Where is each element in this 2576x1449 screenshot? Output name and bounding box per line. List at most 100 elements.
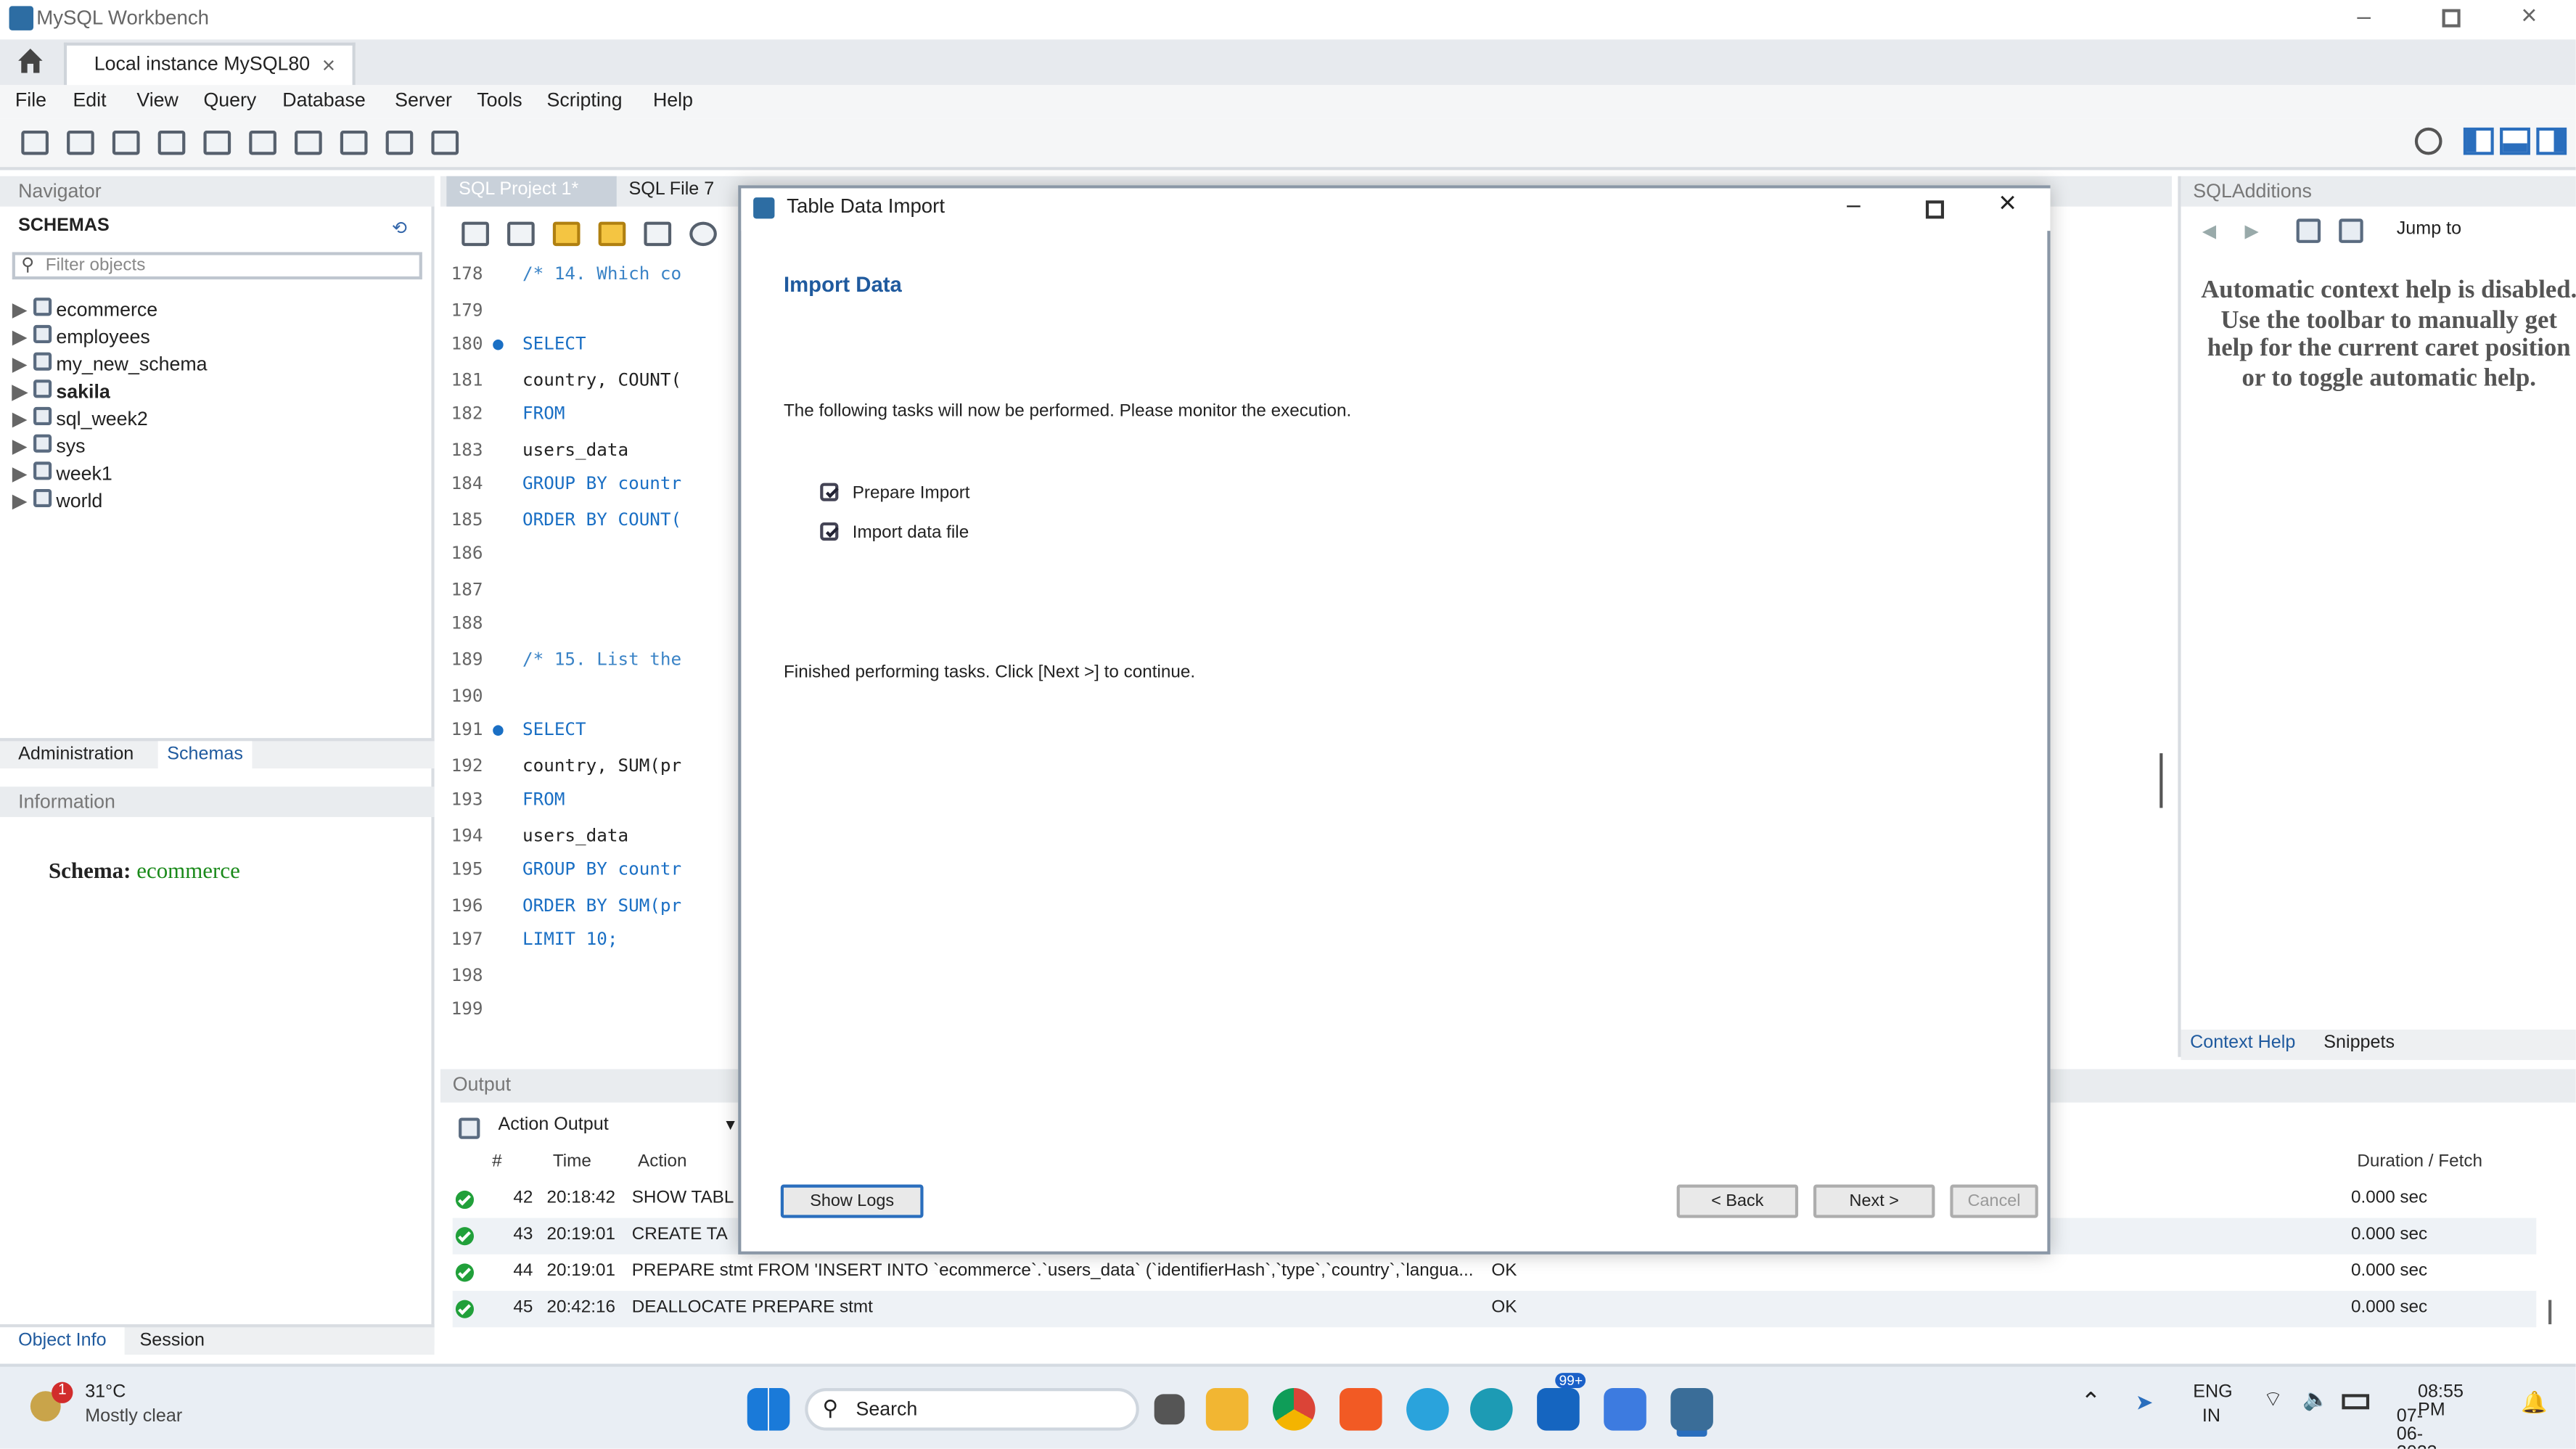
dialog-maximize-icon[interactable] [1925,200,1945,219]
code-line[interactable]: 181 country, COUNT( [440,366,745,401]
menu-tools[interactable]: Tools [477,89,522,110]
back-button[interactable]: < Back [1676,1184,1799,1218]
tab-session[interactable]: Session [140,1332,205,1350]
code-line[interactable]: 199 [440,998,745,1033]
inspector-icon[interactable] [107,125,149,161]
create-schema-icon[interactable] [152,125,194,161]
tab-object-info[interactable]: Object Info [0,1327,125,1358]
code-line[interactable]: 187 [440,577,745,612]
brave-icon[interactable] [1339,1388,1382,1431]
home-icon[interactable] [15,46,46,76]
menu-query[interactable]: Query [203,89,256,110]
output-scrollbar[interactable] [2548,1300,2552,1325]
refresh-schemas-icon[interactable]: ⟲ [392,218,407,240]
schema-item-employees[interactable]: ▶ employees [12,324,422,353]
tab-snippets[interactable]: Snippets [2323,1034,2395,1052]
stop-icon[interactable] [684,215,726,252]
code-lines[interactable]: 178 /* 14. Which co 179 180 ● SELECT 181 countr… [440,261,745,1033]
new-sql-tab-icon[interactable] [15,125,58,161]
forward-arrow-icon[interactable]: ▶ [2244,222,2258,243]
code-line[interactable]: 178 /* 14. Which co [440,261,745,296]
menu-help[interactable]: Help [653,89,693,110]
code-line[interactable]: 195 GROUP BY countr [440,858,745,892]
code-line[interactable]: 189 /* 15. List the [440,647,745,682]
open-sql-file-icon[interactable] [61,125,104,161]
tab-sql-project[interactable]: SQL Project 1* [446,176,617,207]
taskbar-search[interactable]: ⚲ Search [804,1388,1139,1431]
wifi-icon[interactable]: ⌔ [2263,1388,2284,1416]
code-line[interactable]: 184 GROUP BY countr [440,472,745,506]
settings-gear-icon[interactable] [2414,127,2442,155]
table-row[interactable]: 44 20:19:01 PREPARE stmt FROM 'INSERT INTO… [452,1254,2537,1292]
tab-close-icon[interactable]: × [322,50,335,78]
code-line[interactable]: 190 [440,682,745,717]
tab-context-help[interactable]: Context Help [2190,1034,2295,1052]
tab-local-instance[interactable]: Local instance MySQL80 × [63,42,356,86]
execute-icon[interactable] [546,215,589,252]
create-view-icon[interactable] [243,125,286,161]
folder-icon[interactable] [1207,1388,1250,1431]
code-line[interactable]: 198 [440,963,745,998]
restore-icon[interactable] [2442,9,2461,28]
schema-item-ecommerce[interactable]: ▶ ecommerce [12,297,422,325]
chrome-icon[interactable] [1273,1388,1316,1431]
table-row[interactable]: 45 20:42:16 DEALLOCATE PREPARE stmt OK 0.000… [452,1291,2537,1328]
cancel-button[interactable]: Cancel [1950,1184,2038,1218]
editor-scroll-splitter[interactable] [2159,753,2163,808]
code-line[interactable]: 183 users_data [440,437,745,472]
reconnect-icon[interactable] [425,125,468,161]
volume-icon[interactable]: 🔈 [2302,1388,2329,1412]
file-explorer-icon[interactable] [1152,1394,1184,1425]
windows-start-icon[interactable] [747,1388,790,1431]
schema-item-sql-week2[interactable]: ▶ sql_week2 [12,406,422,435]
show-logs-button[interactable]: Show Logs [780,1184,924,1218]
close-icon[interactable]: × [2521,0,2537,30]
manual-help-icon[interactable] [2296,218,2321,243]
mail-icon[interactable]: 99+ [1538,1373,1586,1431]
code-line[interactable]: 179 [440,296,745,331]
edge-icon[interactable] [1471,1388,1514,1431]
open-file-icon[interactable] [456,215,499,252]
menu-scripting[interactable]: Scripting [546,89,622,110]
schema-item-week1[interactable]: ▶ week1 [12,461,422,489]
toggle-secondary-sidebar-icon[interactable] [2536,127,2567,155]
execute-current-icon[interactable] [592,215,635,252]
location-icon[interactable]: ➤ [2136,1391,2154,1415]
code-line[interactable]: 188 [440,612,745,646]
code-line[interactable]: 192 country, SUM(pr [440,752,745,787]
code-line[interactable]: 185 ORDER BY COUNT( [440,506,745,541]
toggle-sidebar-icon[interactable] [2463,127,2494,155]
create-procedure-icon[interactable] [289,125,332,161]
menu-database[interactable]: Database [282,89,366,110]
code-line[interactable]: 194 users_data [440,822,745,857]
clock-date[interactable]: 07-06-2023 [2397,1409,2437,1448]
mysql-workbench-icon[interactable] [1670,1388,1713,1431]
schema-item-my-new-schema[interactable]: ▶ my_new_schema [12,352,422,380]
dialog-minimize-icon[interactable]: – [1847,192,1861,219]
schema-item-sys[interactable]: ▶ sys [12,434,422,462]
schema-item-sakila[interactable]: ▶ sakila [12,379,422,407]
notification-bell-icon[interactable]: 🔔 [2521,1391,2547,1415]
schema-item-world[interactable]: ▶ world [12,488,422,517]
menu-file[interactable]: File [15,89,46,110]
save-icon[interactable] [501,215,544,252]
dialog-close-icon[interactable]: × [1998,189,2016,222]
next-button[interactable]: Next > [1813,1184,1935,1218]
language-secondary[interactable]: IN [2202,1409,2220,1427]
code-line[interactable]: 196 ORDER BY SUM(pr [440,892,745,927]
create-function-icon[interactable] [334,125,377,161]
telegram-icon[interactable] [1405,1388,1448,1431]
selector-dropdown-icon[interactable]: ▼ [723,1117,738,1136]
battery-icon[interactable] [2342,1394,2370,1410]
tab-sql-file-7[interactable]: SQL File 7 [629,181,715,199]
code-line[interactable]: 182 FROM [440,401,745,436]
output-selector[interactable]: Action Output [499,1117,609,1136]
menu-view[interactable]: View [136,89,179,110]
code-line[interactable]: 186 [440,542,745,577]
language-primary[interactable]: ENG [2193,1385,2232,1403]
code-line[interactable]: 191 ● SELECT [440,717,745,752]
weather-widget[interactable]: 1 31°C Mostly clear [30,1382,213,1443]
search-table-icon[interactable] [380,125,422,161]
menu-server[interactable]: Server [395,89,452,110]
chevron-up-icon[interactable]: ⌃ [2080,1388,2101,1416]
